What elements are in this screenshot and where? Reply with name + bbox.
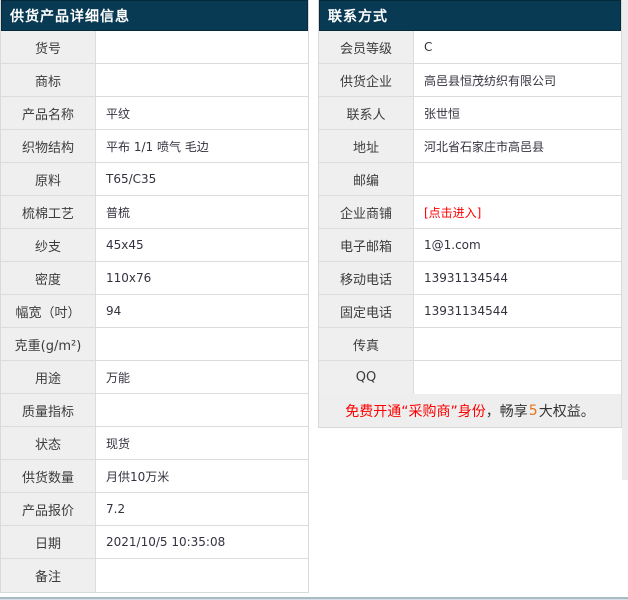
- row-value: [414, 361, 621, 394]
- row-label: 货号: [1, 31, 96, 63]
- row-label: 幅宽（吋）: [1, 295, 96, 327]
- promo-text-tail: 大权益。: [538, 403, 595, 420]
- row-value: 2021/10/5 10:35:08: [106, 535, 226, 549]
- row-value: [96, 394, 308, 426]
- row-value: [96, 64, 308, 96]
- row-value: 张世恒: [424, 106, 461, 121]
- promo-row: 免费开通“采购商”身份 ，畅享 5 大权益。: [319, 394, 621, 427]
- row-value: C: [424, 40, 433, 54]
- row-value: T65/C35: [106, 172, 157, 186]
- table-row: 电子邮箱 1@1.com: [319, 229, 621, 262]
- row-value: [96, 559, 308, 592]
- row-label: 原料: [1, 163, 96, 195]
- row-label: 固定电话: [319, 295, 414, 327]
- table-row: 纱支 45x45: [1, 229, 308, 262]
- row-value: 高邑县恒茂纺织有限公司: [424, 73, 557, 88]
- row-value: 平纹: [106, 106, 131, 121]
- row-value: 7.2: [106, 502, 126, 516]
- row-label: 联系人: [319, 97, 414, 129]
- row-label: 移动电话: [319, 262, 414, 294]
- table-row: 幅宽（吋） 94: [1, 295, 308, 328]
- row-value: 月供10万米: [106, 469, 170, 484]
- page-edge-strip: [622, 0, 628, 480]
- table-row: 联系人 张世恒: [319, 97, 621, 130]
- promo-benefit-count: 5: [528, 402, 538, 419]
- contact-title: 联系方式: [319, 0, 621, 31]
- table-row: 邮编: [319, 163, 621, 196]
- product-detail-title: 供货产品详细信息: [1, 0, 308, 31]
- row-label: 邮编: [319, 163, 414, 195]
- page: 供货产品详细信息 货号 商标 产品名称 平纹 织物结构 平布 1/1 喷气 毛边 原料 T65…: [0, 0, 628, 600]
- table-row: 日期 2021/10/5 10:35:08: [1, 526, 308, 559]
- table-row: 固定电话 13931134544: [319, 295, 621, 328]
- table-row: 会员等级 C: [319, 31, 621, 64]
- row-value: 万能: [106, 370, 131, 385]
- table-row: 传真: [319, 328, 621, 361]
- table-row: 织物结构 平布 1/1 喷气 毛边: [1, 130, 308, 163]
- row-label: 供货数量: [1, 460, 96, 492]
- table-row: 供货数量 月供10万米: [1, 460, 308, 493]
- row-value: [96, 328, 308, 360]
- table-row: 备注: [1, 559, 308, 592]
- row-label: 备注: [1, 559, 96, 592]
- row-value: 13931134544: [424, 304, 508, 318]
- row-label: 传真: [319, 328, 414, 360]
- row-label: 纱支: [1, 229, 96, 261]
- row-label: 商标: [1, 64, 96, 96]
- row-label: 克重(g/m²): [1, 328, 96, 360]
- table-row: 供货企业 高邑县恒茂纺织有限公司: [319, 64, 621, 97]
- table-row: 地址 河北省石家庄市高邑县: [319, 130, 621, 163]
- row-label: 产品报价: [1, 493, 96, 525]
- table-row: 原料 T65/C35: [1, 163, 308, 196]
- row-label: 产品名称: [1, 97, 96, 129]
- row-value: 94: [106, 304, 122, 318]
- row-label: 状态: [1, 427, 96, 459]
- row-value: [414, 163, 621, 195]
- row-value: 110x76: [106, 271, 152, 285]
- contact-panel: 联系方式 会员等级 C 供货企业 高邑县恒茂纺织有限公司 联系人 张世恒 地址 河北省石家庄市…: [318, 0, 622, 428]
- row-label: 密度: [1, 262, 96, 294]
- row-label: 企业商铺: [319, 196, 414, 228]
- table-row: 状态 现货: [1, 427, 308, 460]
- row-value: 13931134544: [424, 271, 508, 285]
- table-row: 移动电话 13931134544: [319, 262, 621, 295]
- row-label: 织物结构: [1, 130, 96, 162]
- row-value: [414, 328, 621, 360]
- row-label: QQ: [319, 361, 414, 394]
- table-row: 企业商铺 [点击进入]: [319, 196, 621, 229]
- table-row: 克重(g/m²): [1, 328, 308, 361]
- table-row: 梳棉工艺 普梳: [1, 196, 308, 229]
- row-label: 会员等级: [319, 31, 414, 63]
- row-value: 河北省石家庄市高邑县: [424, 139, 545, 154]
- row-value: 现货: [106, 436, 131, 451]
- table-row: 密度 110x76: [1, 262, 308, 295]
- table-row: 质量指标: [1, 394, 308, 427]
- row-label: 供货企业: [319, 64, 414, 96]
- table-row: 商标: [1, 64, 308, 97]
- row-value: 1@1.com: [424, 238, 481, 252]
- row-value: [96, 31, 308, 63]
- product-detail-panel: 供货产品详细信息 货号 商标 产品名称 平纹 织物结构 平布 1/1 喷气 毛边 原料 T65…: [0, 0, 309, 593]
- row-label: 梳棉工艺: [1, 196, 96, 228]
- shop-enter-link[interactable]: [点击进入]: [414, 196, 621, 228]
- row-label: 地址: [319, 130, 414, 162]
- table-row: QQ: [319, 361, 621, 394]
- table-row: 货号: [1, 31, 308, 64]
- row-label: 日期: [1, 526, 96, 558]
- table-row: 产品报价 7.2: [1, 493, 308, 526]
- promo-text-mid: ，畅享: [485, 403, 528, 420]
- row-value: 45x45: [106, 238, 144, 252]
- row-value: 普梳: [106, 205, 131, 220]
- table-row: 用途 万能: [1, 361, 308, 394]
- table-row: 产品名称 平纹: [1, 97, 308, 130]
- promo-buyer-signup-link[interactable]: 免费开通“采购商”身份: [345, 401, 486, 421]
- row-value: 平布 1/1 喷气 毛边: [106, 139, 209, 154]
- row-label: 质量指标: [1, 394, 96, 426]
- row-label: 用途: [1, 361, 96, 393]
- contact-rows: 会员等级 C 供货企业 高邑县恒茂纺织有限公司 联系人 张世恒 地址 河北省石家庄市高邑县 邮编…: [319, 31, 621, 394]
- product-detail-rows: 货号 商标 产品名称 平纹 织物结构 平布 1/1 喷气 毛边 原料 T65/C35 梳棉工艺普…: [1, 31, 308, 592]
- row-label: 电子邮箱: [319, 229, 414, 261]
